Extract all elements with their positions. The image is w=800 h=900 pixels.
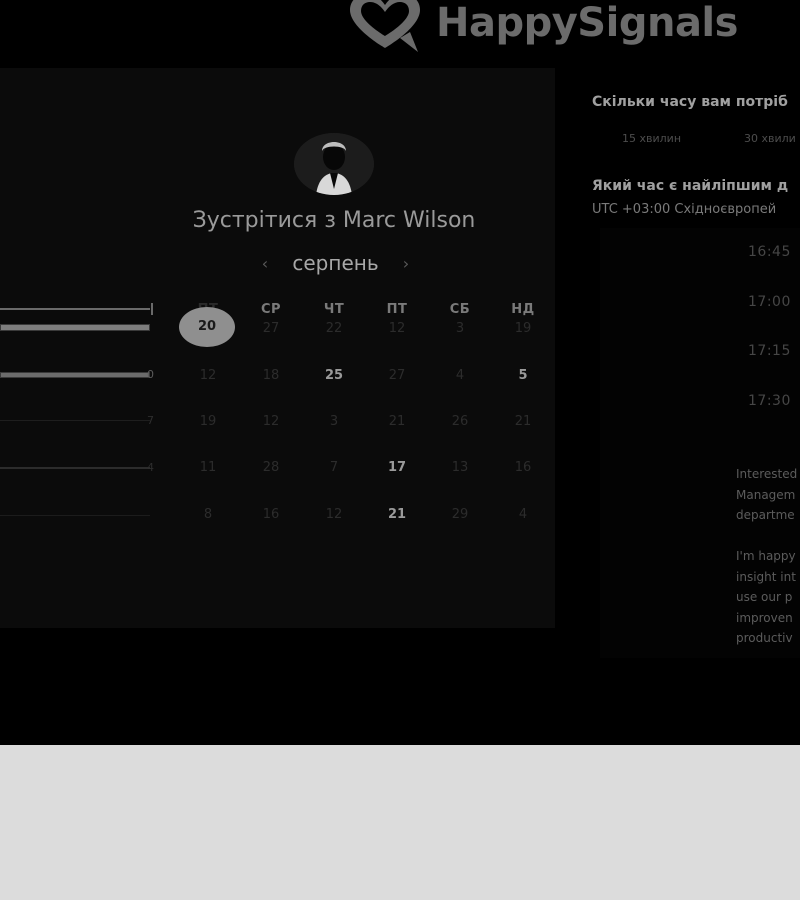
meeting-title: Зустрітися з Marc Wilson: [192, 208, 476, 233]
weekday-label: НД: [511, 302, 535, 317]
calendar-day: 21: [514, 414, 532, 429]
calendar-day: 29: [451, 507, 469, 522]
weekday-label: СБ: [449, 302, 471, 317]
available-day[interactable]: 5: [503, 368, 543, 383]
calendar-day: 21: [388, 414, 406, 429]
calendar-day: 12: [325, 507, 343, 522]
duration-option-30[interactable]: 30 хвили: [744, 132, 796, 145]
chevron-left-icon[interactable]: ‹: [258, 254, 272, 273]
calendar-day: 12: [262, 414, 280, 429]
calendar-day: 4: [455, 368, 465, 383]
month-label: серпень: [292, 251, 379, 275]
calendar-day: 13: [451, 460, 469, 475]
calendar-day: 12: [388, 321, 406, 336]
range-slider[interactable]: 7: [0, 414, 154, 427]
scheduler-page: HappySignals Зустрітися з Marc Wilson ‹ …: [0, 0, 800, 745]
time-question: Який час є найліпшим д: [592, 178, 789, 194]
calendar-day: 12: [199, 368, 217, 383]
range-slider[interactable]: [0, 323, 152, 333]
time-slot[interactable]: 17:00: [748, 294, 791, 310]
slider-end-label: 7: [147, 414, 154, 427]
avatar: [294, 133, 374, 195]
time-slot[interactable]: 16:45: [748, 244, 791, 260]
available-day[interactable]: 21: [377, 507, 417, 522]
calendar-day: 11: [199, 460, 217, 475]
month-navigation: ‹ серпень ›: [258, 250, 413, 276]
duration-option-15[interactable]: 15 хвилин: [622, 132, 681, 145]
calendar-day: 27: [262, 321, 280, 336]
calendar-day: 16: [514, 460, 532, 475]
happysignals-logo: HappySignals: [344, 0, 738, 54]
duration-question: Скільки часу вам потріб: [592, 94, 788, 110]
selected-day[interactable]: 20: [179, 307, 235, 347]
calendar-day: 16: [262, 507, 280, 522]
calendar-day: 28: [262, 460, 280, 475]
heart-speech-bubble-icon: [350, 0, 420, 52]
page-footer-area: [0, 745, 800, 900]
calendar-day: 22: [325, 321, 343, 336]
calendar-day: 4: [518, 507, 528, 522]
calendar-day: 19: [514, 321, 532, 336]
range-slider[interactable]: 0: [0, 368, 154, 381]
brand-name: HappySignals: [436, 0, 738, 46]
timezone-label[interactable]: UTC +03:00 Східноєвропей: [592, 202, 776, 217]
calendar-day: 7: [329, 460, 339, 475]
weekday-label: ПТ: [386, 302, 408, 317]
calendar-day: 18: [262, 368, 280, 383]
calendar-panel: [0, 68, 555, 628]
calendar-day: 3: [455, 321, 465, 336]
slider-end-label: 0: [147, 368, 154, 381]
weekday-label: СР: [260, 302, 282, 317]
calendar-day: 27: [388, 368, 406, 383]
calendar-day: 8: [203, 507, 213, 522]
time-slot[interactable]: 17:15: [748, 343, 791, 359]
range-slider[interactable]: 4: [0, 461, 154, 474]
calendar-day: 26: [451, 414, 469, 429]
description-text: Interested Managem departme: [736, 467, 798, 522]
weekday-label: ЧТ: [323, 302, 345, 317]
chevron-right-icon[interactable]: ›: [399, 254, 413, 273]
available-day[interactable]: 25: [314, 368, 354, 383]
time-slot[interactable]: 17:30: [748, 393, 791, 409]
available-day[interactable]: 17: [377, 460, 417, 475]
range-slider[interactable]: [0, 509, 152, 521]
description-text: I'm happy insight int use our p improven…: [736, 549, 796, 645]
range-slider[interactable]: [0, 303, 153, 315]
calendar-day: 19: [199, 414, 217, 429]
slider-end-label: 4: [147, 461, 154, 474]
calendar-day: 3: [329, 414, 339, 429]
